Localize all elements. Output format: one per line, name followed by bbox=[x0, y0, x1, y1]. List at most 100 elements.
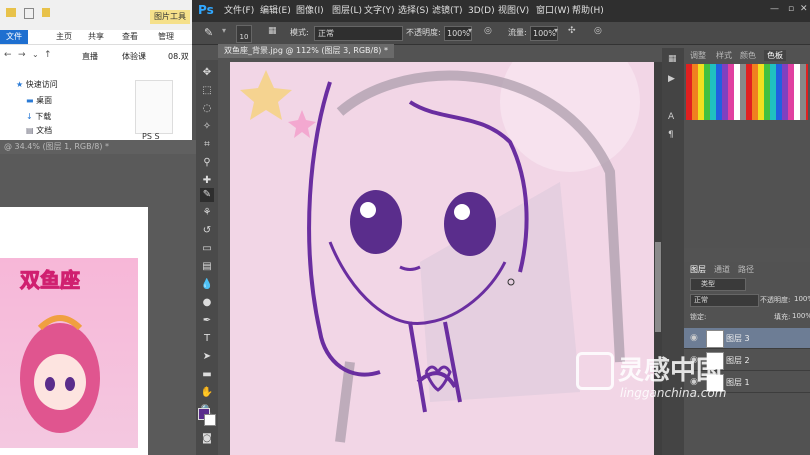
finished-artwork-preview: 双鱼座 bbox=[0, 258, 138, 448]
swatch-grid[interactable] bbox=[686, 64, 808, 120]
type-tool-icon[interactable]: T bbox=[200, 332, 214, 346]
ribbon-tab-share[interactable]: 共享 bbox=[82, 30, 110, 44]
options-bar: ✎ ▾ 10 ▦ 模式: 正常 不透明度: 100% ▾ ◎ 流量: 100% … bbox=[192, 22, 810, 45]
file-thumbnail[interactable] bbox=[135, 80, 173, 134]
menu-layer[interactable]: 图层(L) bbox=[332, 4, 362, 18]
document-icon: ▤ bbox=[26, 126, 34, 135]
menu-window[interactable]: 窗口(W) bbox=[536, 4, 570, 18]
document-tab[interactable]: 双鱼座_背景.jpg @ 112% (图层 3, RGB/8) * bbox=[218, 44, 394, 58]
layer-filter-select[interactable]: 类型 bbox=[690, 278, 746, 291]
layer-thumbnail bbox=[706, 330, 724, 348]
tab-channels[interactable]: 通道 bbox=[714, 264, 730, 275]
nav-item-desktop[interactable]: ▬ 桌面 bbox=[26, 94, 52, 108]
history-brush-tool-icon[interactable]: ↺ bbox=[200, 224, 214, 238]
eraser-tool-icon[interactable]: ▭ bbox=[200, 242, 214, 256]
hand-tool-icon[interactable]: ✋ bbox=[200, 386, 214, 400]
back-arrow-icon[interactable]: ← bbox=[4, 50, 12, 60]
brush-panel-icon[interactable]: ▦ bbox=[268, 26, 277, 36]
nav-item-downloads[interactable]: ↓ 下载 bbox=[26, 110, 51, 124]
artwork-title: 双鱼座 bbox=[20, 268, 81, 293]
menu-view[interactable]: 视图(V) bbox=[498, 4, 529, 18]
character-panel-icon[interactable]: A bbox=[668, 112, 674, 122]
watermark-url: lingganchina.com bbox=[620, 386, 727, 400]
healing-tool-icon[interactable]: ✚ bbox=[200, 174, 214, 188]
restore-icon[interactable]: ▫ bbox=[788, 4, 794, 14]
dodge-tool-icon[interactable]: ● bbox=[200, 296, 214, 310]
quick-select-tool-icon[interactable]: ✧ bbox=[200, 120, 214, 134]
new-folder-icon[interactable] bbox=[42, 8, 50, 17]
menu-file[interactable]: 文件(F) bbox=[224, 4, 254, 18]
explorer-ribbon: 文件 主页 共享 查看 管理 bbox=[0, 30, 192, 45]
blur-tool-icon[interactable]: 💧 bbox=[200, 278, 214, 292]
chibi-girl-illustration bbox=[20, 315, 100, 433]
pen-tool-icon[interactable]: ✒ bbox=[200, 314, 214, 328]
background-color-swatch[interactable] bbox=[204, 414, 216, 426]
breadcrumb-trial-class[interactable]: 体验课 bbox=[122, 51, 146, 62]
brush-tool-icon[interactable]: ✎ bbox=[200, 188, 214, 202]
close-icon[interactable]: ✕ bbox=[800, 4, 808, 14]
nav-item-documents[interactable]: ▤ 文档 bbox=[26, 124, 52, 138]
opacity-chevron-icon[interactable]: ▾ bbox=[468, 26, 472, 35]
lock-label: 锁定: bbox=[690, 313, 707, 321]
tab-styles[interactable]: 样式 bbox=[716, 50, 732, 61]
address-bar[interactable]: ← → ⌄ ↑ 直播 体验课 08.双 bbox=[0, 48, 192, 64]
paragraph-panel-icon[interactable]: ¶ bbox=[668, 130, 674, 140]
layer-blend-select[interactable]: 正常 bbox=[690, 294, 759, 307]
ribbon-tab-home[interactable]: 主页 bbox=[50, 30, 78, 44]
minimize-icon[interactable]: — bbox=[770, 4, 779, 14]
menu-edit[interactable]: 编辑(E) bbox=[260, 4, 291, 18]
up-arrow-icon[interactable]: ↑ bbox=[44, 50, 52, 60]
ribbon-tab-file[interactable]: 文件 bbox=[0, 30, 28, 44]
lasso-tool-icon[interactable]: ◌ bbox=[200, 102, 214, 116]
desktop-icon: ▬ bbox=[26, 96, 34, 105]
brush-tool-icon[interactable]: ✎ bbox=[204, 26, 213, 39]
move-tool-icon[interactable]: ✥ bbox=[200, 66, 214, 80]
nav-item-quick-access[interactable]: ★ 快速访问 bbox=[16, 78, 58, 92]
pressure-opacity-icon[interactable]: ◎ bbox=[484, 26, 492, 36]
clone-stamp-tool-icon[interactable]: ⚘ bbox=[200, 206, 214, 220]
layer-opacity-value[interactable]: 100% bbox=[794, 295, 810, 303]
tab-paths[interactable]: 路径 bbox=[738, 264, 754, 275]
ribbon-tab-manage[interactable]: 管理 bbox=[152, 30, 180, 44]
gradient-tool-icon[interactable]: ▤ bbox=[200, 260, 214, 274]
actions-panel-icon[interactable]: ▶ bbox=[668, 74, 675, 84]
tool-preset-chevron-icon[interactable]: ▾ bbox=[222, 26, 226, 35]
menu-help[interactable]: 帮助(H) bbox=[572, 4, 604, 18]
tab-color[interactable]: 颜色 bbox=[740, 50, 756, 61]
tab-layers[interactable]: 图层 bbox=[690, 264, 706, 275]
visibility-eye-icon[interactable]: ◉ bbox=[690, 333, 698, 343]
path-select-tool-icon[interactable]: ➤ bbox=[200, 350, 214, 364]
opacity-label: 不透明度: bbox=[406, 28, 441, 37]
photoshop-logo: Ps bbox=[198, 3, 214, 17]
scrollbar-thumb[interactable] bbox=[655, 242, 661, 332]
flow-chevron-icon[interactable]: ▾ bbox=[554, 26, 558, 35]
fill-value[interactable]: 100% bbox=[792, 312, 810, 320]
breadcrumb-folder[interactable]: 08.双 bbox=[168, 51, 189, 62]
menu-image[interactable]: 图像(I) bbox=[296, 4, 324, 18]
blend-mode-select[interactable]: 正常 bbox=[314, 26, 403, 41]
airbrush-icon[interactable]: ✣ bbox=[568, 26, 576, 36]
layer-row[interactable]: ◉ 图层 3 bbox=[684, 328, 810, 349]
forward-arrow-icon[interactable]: → bbox=[18, 50, 26, 60]
tab-adjustments[interactable]: 调整 bbox=[690, 50, 706, 61]
properties-icon[interactable] bbox=[24, 8, 34, 19]
second-document-tab[interactable]: @ 34.4% (图层 1, RGB/8) * bbox=[0, 140, 196, 154]
tab-swatches[interactable]: 色板 bbox=[764, 50, 786, 61]
menu-select[interactable]: 选择(S) bbox=[398, 4, 429, 18]
quick-mask-icon[interactable]: ◙ bbox=[200, 432, 214, 446]
breadcrumb-live[interactable]: 直播 bbox=[82, 51, 98, 62]
brush-size-picker[interactable]: 10 bbox=[236, 25, 252, 43]
picture-tools-tab[interactable]: 图片工具 bbox=[150, 10, 190, 24]
crop-tool-icon[interactable]: ⌗ bbox=[200, 138, 214, 152]
pressure-size-icon[interactable]: ◎ bbox=[594, 26, 602, 36]
menu-filter[interactable]: 滤镜(T) bbox=[432, 4, 463, 18]
history-panel-icon[interactable]: ▦ bbox=[668, 54, 677, 64]
menu-type[interactable]: 文字(Y) bbox=[364, 4, 395, 18]
eyedropper-tool-icon[interactable]: ⚲ bbox=[200, 156, 214, 170]
ribbon-tab-view[interactable]: 查看 bbox=[116, 30, 144, 44]
dropdown-chevron-icon[interactable]: ⌄ bbox=[32, 50, 39, 59]
shape-tool-icon[interactable]: ▬ bbox=[200, 368, 214, 382]
watermark-logo-icon bbox=[576, 352, 614, 390]
marquee-tool-icon[interactable]: ⬚ bbox=[200, 84, 214, 98]
menu-3d[interactable]: 3D(D) bbox=[468, 4, 495, 18]
